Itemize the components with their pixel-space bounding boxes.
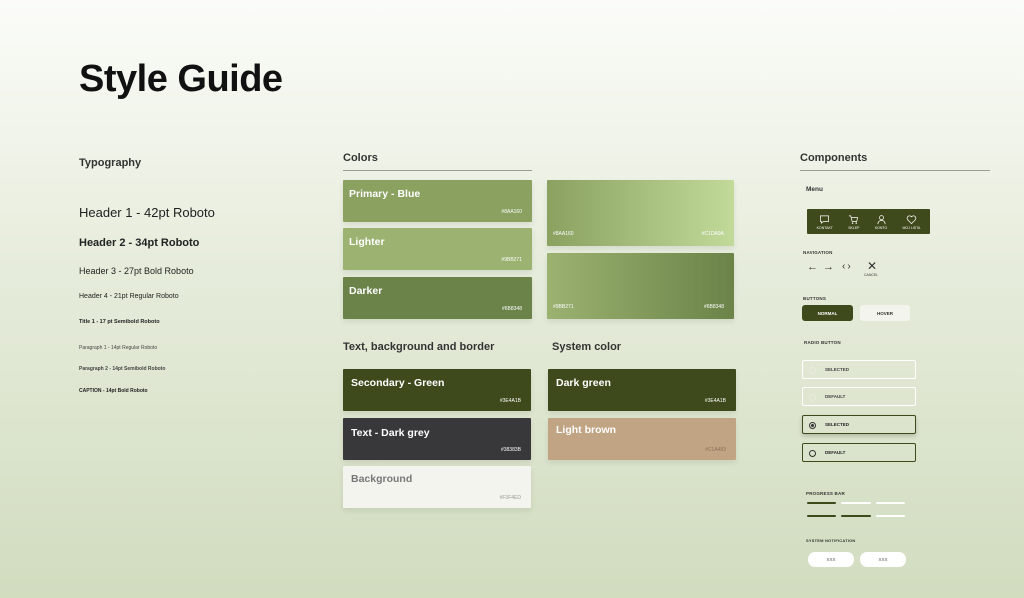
radio-circle	[809, 450, 816, 457]
radio-heading: RADIO BUTTON	[804, 340, 841, 345]
buttons-heading: BUTTONS	[803, 296, 827, 301]
swatch-text: Text - Dark grey #38383B	[343, 418, 531, 460]
radio-circle	[809, 394, 816, 401]
swatch-dark-green-label: Dark green	[556, 377, 611, 389]
gradient-swatch-dark: #9BB271 #6B8348	[547, 253, 734, 319]
progress-segment-empty	[841, 502, 871, 504]
user-icon	[876, 214, 886, 224]
menu-heading: Menu	[806, 186, 823, 193]
heart-icon	[906, 214, 917, 224]
swatch-darker-hex: #6B8348	[501, 306, 522, 312]
progress-heading: PROGRESS BAR	[806, 491, 845, 496]
swatch-light-brown-label: Light brown	[556, 424, 617, 436]
radio-selected-light[interactable]: SELECTED	[802, 360, 916, 379]
radio-label: DEFAULT	[825, 450, 846, 455]
cart-icon	[849, 214, 859, 224]
notification-heading: SYSTEM NOTIFICATION	[806, 538, 856, 543]
page-title: Style Guide	[79, 58, 283, 100]
swatch-secondary: Secondary - Green #3E4A1B	[343, 369, 531, 411]
type-sample-header-4: Header 4 - 21pt Regular Roboto	[79, 293, 179, 300]
chat-icon	[820, 214, 830, 224]
progress-segment-empty	[876, 515, 905, 517]
swatch-light-brown: Light brown #C1A483	[548, 418, 736, 460]
arrow-right-icon[interactable]: →	[823, 261, 834, 273]
menu-item-label: MOJ LISTA	[902, 225, 921, 230]
swatch-background: Background #F3F4ED	[343, 466, 531, 508]
radio-label: SELECTED	[825, 367, 850, 372]
menu-item-account[interactable]: KONTO	[875, 214, 887, 230]
gradient-dark-hex-left: #9BB271	[553, 304, 574, 310]
gradient-light-hex-right: #C1DA9A	[701, 231, 724, 237]
swatch-primary-label: Primary - Blue	[349, 188, 421, 200]
cancel-label: CANCEL	[864, 273, 879, 277]
radio-default-dark[interactable]: DEFAULT	[802, 443, 916, 462]
type-sample-header-3: Header 3 - 27pt Bold Roboto	[79, 266, 194, 276]
menu-item-label: KONTAKT	[816, 225, 833, 230]
swatch-text-label: Text - Dark grey	[351, 427, 430, 439]
swatch-background-hex: #F3F4ED	[499, 495, 521, 501]
notification-pill[interactable]: XXX	[808, 552, 854, 567]
swatch-background-label: Background	[351, 473, 413, 485]
progress-segment-empty	[876, 502, 905, 504]
type-sample-paragraph-1: Paragraph 1 - 14pt Regular Roboto	[79, 345, 158, 351]
notification-pill[interactable]: XXX	[860, 552, 906, 567]
swatch-text-hex: #38383B	[500, 447, 521, 453]
swatch-darker-label: Darker	[349, 285, 383, 297]
gradient-swatch-light: #8AA160 #C1DA9A	[547, 180, 734, 246]
chevrons-icon[interactable]: ‹ ›	[842, 261, 851, 272]
menu-item-contact[interactable]: KONTAKT	[817, 214, 833, 230]
typography-heading: Typography	[79, 157, 142, 169]
hover-button[interactable]: HOVER	[860, 305, 910, 321]
swatch-secondary-hex: #3E4A1B	[499, 398, 521, 404]
radio-circle	[809, 367, 816, 374]
components-heading: Components	[800, 152, 868, 164]
menu-bar: KONTAKT SKLEP KONTO MOJ LISTA	[807, 209, 930, 234]
progress-segment-filled	[841, 515, 871, 517]
gradient-dark-hex-right: #6B8348	[703, 304, 724, 310]
swatch-primary: Primary - Blue #8AA160	[343, 180, 532, 222]
menu-item-label: KONTO	[874, 225, 888, 230]
colors-heading: Colors	[343, 152, 378, 164]
type-sample-header-1: Header 1 - 42pt Roboto	[79, 205, 215, 220]
menu-item-wishlist[interactable]: MOJ LISTA	[902, 214, 921, 230]
progress-segment-filled	[807, 502, 836, 504]
close-icon[interactable]: ✕	[867, 259, 877, 273]
radio-label: DEFAULT	[825, 394, 846, 399]
type-sample-header-2: Header 2 - 34pt Roboto	[79, 237, 200, 249]
navigation-heading: NAVIGATION	[803, 250, 833, 255]
gradient-light-hex-left: #8AA160	[553, 231, 574, 237]
swatch-darker: Darker #6B8348	[343, 277, 532, 319]
radio-circle-checked	[809, 422, 816, 429]
swatch-lighter-label: Lighter	[349, 236, 385, 248]
swatch-secondary-label: Secondary - Green	[351, 377, 445, 389]
components-divider	[800, 170, 990, 171]
radio-default-light[interactable]: DEFAULT	[802, 387, 916, 406]
swatch-dark-green-hex: #3E4A1B	[704, 398, 726, 404]
type-sample-caption: CAPTION - 14pt Bold Roboto	[79, 388, 148, 394]
swatch-lighter: Lighter #9BB271	[343, 228, 532, 270]
system-color-heading: System color	[552, 341, 622, 353]
radio-label: SELECTED	[825, 422, 850, 427]
swatch-dark-green: Dark green #3E4A1B	[548, 369, 736, 411]
type-sample-paragraph-2: Paragraph 2 - 14pt Semibold Roboto	[79, 366, 166, 372]
menu-item-shop[interactable]: SKLEP	[848, 214, 860, 230]
swatch-lighter-hex: #9BB271	[501, 257, 522, 263]
type-sample-title-1: Title 1 - 17 pt Semibold Roboto	[79, 319, 160, 325]
progress-segment-filled	[807, 515, 836, 517]
colors-divider	[343, 170, 532, 171]
swatch-primary-hex: #8AA160	[501, 209, 522, 215]
menu-item-label: SKLEP	[848, 225, 860, 230]
normal-button[interactable]: NORMAL	[802, 305, 853, 321]
text-bg-border-heading: Text, background and border	[343, 341, 495, 353]
arrow-left-icon[interactable]: ←	[807, 261, 818, 273]
radio-selected-dark[interactable]: SELECTED	[802, 415, 916, 434]
swatch-light-brown-hex: #C1A483	[705, 447, 726, 453]
